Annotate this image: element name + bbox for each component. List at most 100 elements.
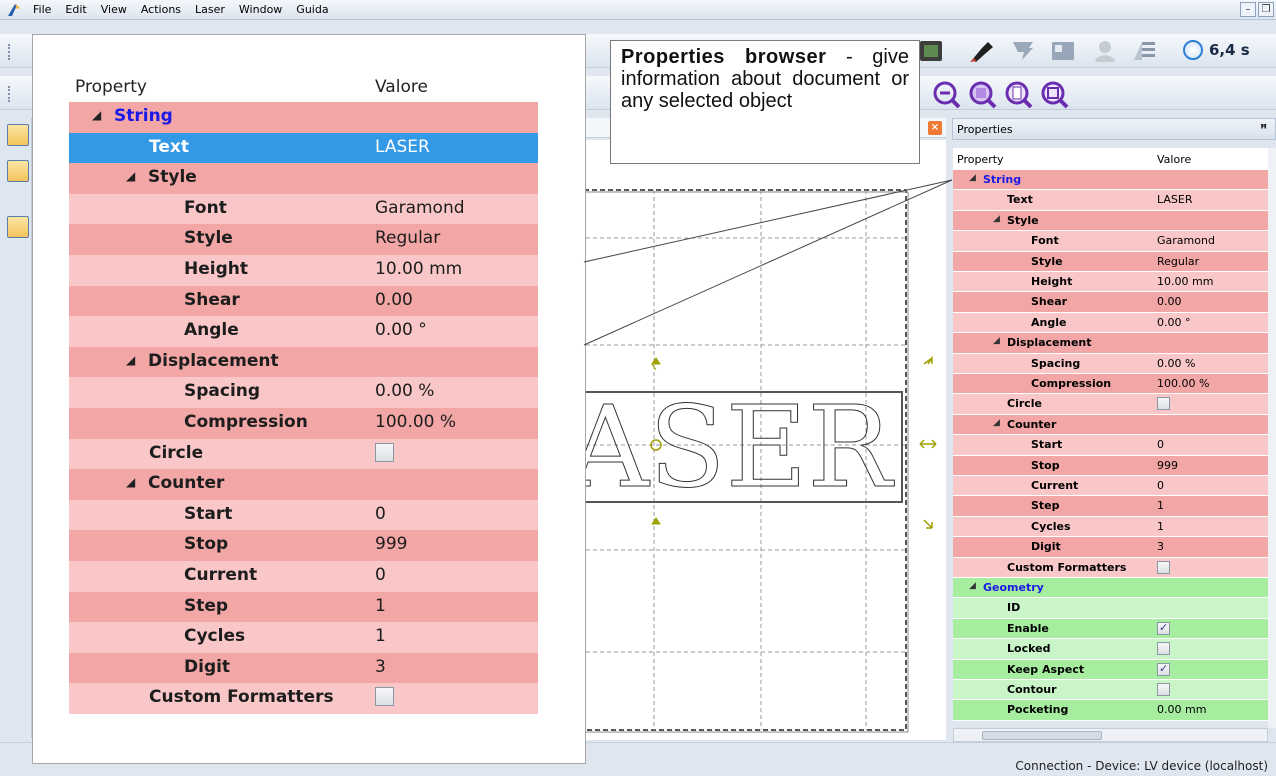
property-value[interactable]: LASER: [375, 137, 430, 157]
property-checkbox[interactable]: [1157, 560, 1170, 574]
image-tool-icon[interactable]: [1050, 38, 1076, 64]
property-row-current[interactable]: Current 0: [69, 561, 538, 592]
property-row-custom-formatters[interactable]: Custom Formatters: [953, 557, 1268, 578]
property-row-keep-aspect[interactable]: Keep Aspect: [953, 659, 1268, 680]
menu-file[interactable]: File: [26, 3, 58, 16]
property-row-text[interactable]: Text LASER: [69, 132, 538, 164]
property-value[interactable]: 100.00 %: [1157, 377, 1209, 390]
property-checkbox[interactable]: [1157, 397, 1170, 411]
property-value[interactable]: 0.00 %: [375, 381, 434, 401]
property-checkbox[interactable]: [375, 687, 394, 707]
property-row-step[interactable]: Step 1: [69, 591, 538, 623]
property-row-shear[interactable]: Shear 0.00: [69, 285, 538, 317]
property-row-angle[interactable]: Angle 0.00 °: [953, 312, 1268, 334]
property-value[interactable]: 0.00: [375, 290, 413, 310]
node-tool-icon[interactable]: [7, 160, 29, 182]
property-value[interactable]: 10.00 mm: [375, 259, 462, 279]
property-row-cycles[interactable]: Cycles 1: [69, 622, 538, 653]
property-row-height[interactable]: Height 10.00 mm: [69, 255, 538, 286]
property-row-contour[interactable]: Contour: [953, 680, 1268, 701]
property-row-shear[interactable]: Shear 0.00: [953, 292, 1268, 313]
chart-icon[interactable]: [1010, 38, 1036, 64]
toolbar-grip[interactable]: [8, 44, 11, 60]
property-checkbox[interactable]: [1157, 662, 1170, 676]
property-value[interactable]: Garamond: [1157, 234, 1215, 247]
property-row-style[interactable]: Style Regular: [69, 224, 538, 255]
property-row-string[interactable]: ◢ String: [953, 170, 1268, 191]
property-row-font[interactable]: Font Garamond: [69, 193, 538, 225]
design-canvas[interactable]: ASER: [567, 140, 946, 740]
property-row-circle[interactable]: Circle: [953, 394, 1268, 415]
collapse-arrow-icon[interactable]: ◢: [126, 475, 135, 489]
property-row-start[interactable]: Start 0: [953, 435, 1268, 456]
collapse-arrow-icon[interactable]: ◢: [92, 108, 101, 122]
property-row-start[interactable]: Start 0: [69, 499, 538, 531]
property-value[interactable]: LASER: [1157, 193, 1192, 206]
property-row-counter[interactable]: ◢ Counter: [69, 469, 538, 500]
menu-window[interactable]: Window: [232, 3, 289, 16]
property-row-text[interactable]: Text LASER: [953, 190, 1268, 211]
collapse-arrow-icon[interactable]: ◢: [969, 581, 976, 591]
zoom-page-icon[interactable]: [1004, 80, 1034, 110]
property-row-stop[interactable]: Stop 999: [69, 530, 538, 561]
properties-vertical-scrollbar[interactable]: [1268, 148, 1276, 728]
property-checkbox[interactable]: [1157, 642, 1170, 656]
property-row-spacing[interactable]: Spacing 0.00 %: [69, 377, 538, 408]
camera-icon[interactable]: [918, 38, 944, 64]
property-value[interactable]: 0.00: [1157, 295, 1182, 308]
property-row-stop[interactable]: Stop 999: [953, 455, 1268, 476]
property-value[interactable]: 3: [1157, 540, 1164, 553]
property-checkbox[interactable]: [375, 442, 394, 462]
property-value[interactable]: 1: [1157, 520, 1164, 533]
property-checkbox[interactable]: [1157, 683, 1170, 696]
property-row-digit[interactable]: Digit 3: [953, 537, 1268, 558]
property-value[interactable]: 0: [375, 565, 386, 585]
property-value[interactable]: 1: [1157, 499, 1164, 512]
property-row-string[interactable]: ◢ String: [69, 102, 538, 133]
bar-list-icon[interactable]: [1132, 38, 1158, 64]
zoom-fit-icon[interactable]: [1040, 80, 1070, 110]
property-row-angle[interactable]: Angle 0.00 °: [69, 316, 538, 347]
property-row-id[interactable]: ID: [953, 598, 1268, 619]
property-row-compression[interactable]: Compression 100.00 %: [69, 408, 538, 439]
property-row-style[interactable]: Style Regular: [953, 251, 1268, 272]
collapse-arrow-icon[interactable]: ◢: [993, 214, 1000, 224]
collapse-arrow-icon[interactable]: ◢: [993, 336, 1000, 346]
property-row-locked[interactable]: Locked: [953, 639, 1268, 660]
zoom-selection-icon[interactable]: [968, 80, 998, 110]
property-value[interactable]: Regular: [375, 228, 440, 248]
property-value[interactable]: 1: [375, 596, 386, 616]
close-document-icon[interactable]: ×: [928, 121, 942, 135]
property-value[interactable]: 0.00 %: [1157, 357, 1195, 370]
menu-actions[interactable]: Actions: [134, 3, 188, 16]
property-value[interactable]: 0.00 °: [375, 320, 427, 340]
menu-view[interactable]: View: [94, 3, 134, 16]
property-row-current[interactable]: Current 0: [953, 476, 1268, 497]
property-value[interactable]: 999: [1157, 459, 1178, 472]
property-value[interactable]: 0: [1157, 438, 1164, 451]
property-value[interactable]: 100.00 %: [375, 412, 456, 432]
toolbar-grip-2[interactable]: [8, 86, 11, 102]
property-value[interactable]: Garamond: [375, 198, 465, 218]
property-row-font[interactable]: Font Garamond: [953, 231, 1268, 252]
property-row-spacing[interactable]: Spacing 0.00 %: [953, 353, 1268, 374]
property-row-counter[interactable]: ◢ Counter: [953, 414, 1268, 436]
property-value[interactable]: 0: [375, 504, 386, 524]
property-row-pocketing[interactable]: Pocketing 0.00 mm: [953, 700, 1268, 721]
marker-icon[interactable]: [968, 38, 996, 64]
collapse-arrow-icon[interactable]: ◢: [993, 418, 1000, 428]
property-row-displacement[interactable]: ◢ Displacement: [69, 346, 538, 378]
property-row-step[interactable]: Step 1: [953, 496, 1268, 517]
property-row-cycles[interactable]: Cycles 1: [953, 516, 1268, 538]
property-value[interactable]: Regular: [1157, 255, 1199, 268]
property-checkbox[interactable]: [1157, 621, 1170, 635]
menu-laser[interactable]: Laser: [188, 3, 232, 16]
property-value[interactable]: 10.00 mm: [1157, 275, 1213, 288]
property-row-displacement[interactable]: ◢ Displacement: [953, 333, 1268, 354]
restore-icon[interactable]: ❐: [1258, 2, 1274, 17]
minimize-icon[interactable]: –: [1240, 2, 1256, 17]
menu-guida[interactable]: Guida: [289, 3, 335, 16]
property-row-height[interactable]: Height 10.00 mm: [953, 272, 1268, 293]
collapse-arrow-icon[interactable]: ◢: [969, 173, 976, 183]
property-value[interactable]: 0.00 °: [1157, 316, 1191, 329]
